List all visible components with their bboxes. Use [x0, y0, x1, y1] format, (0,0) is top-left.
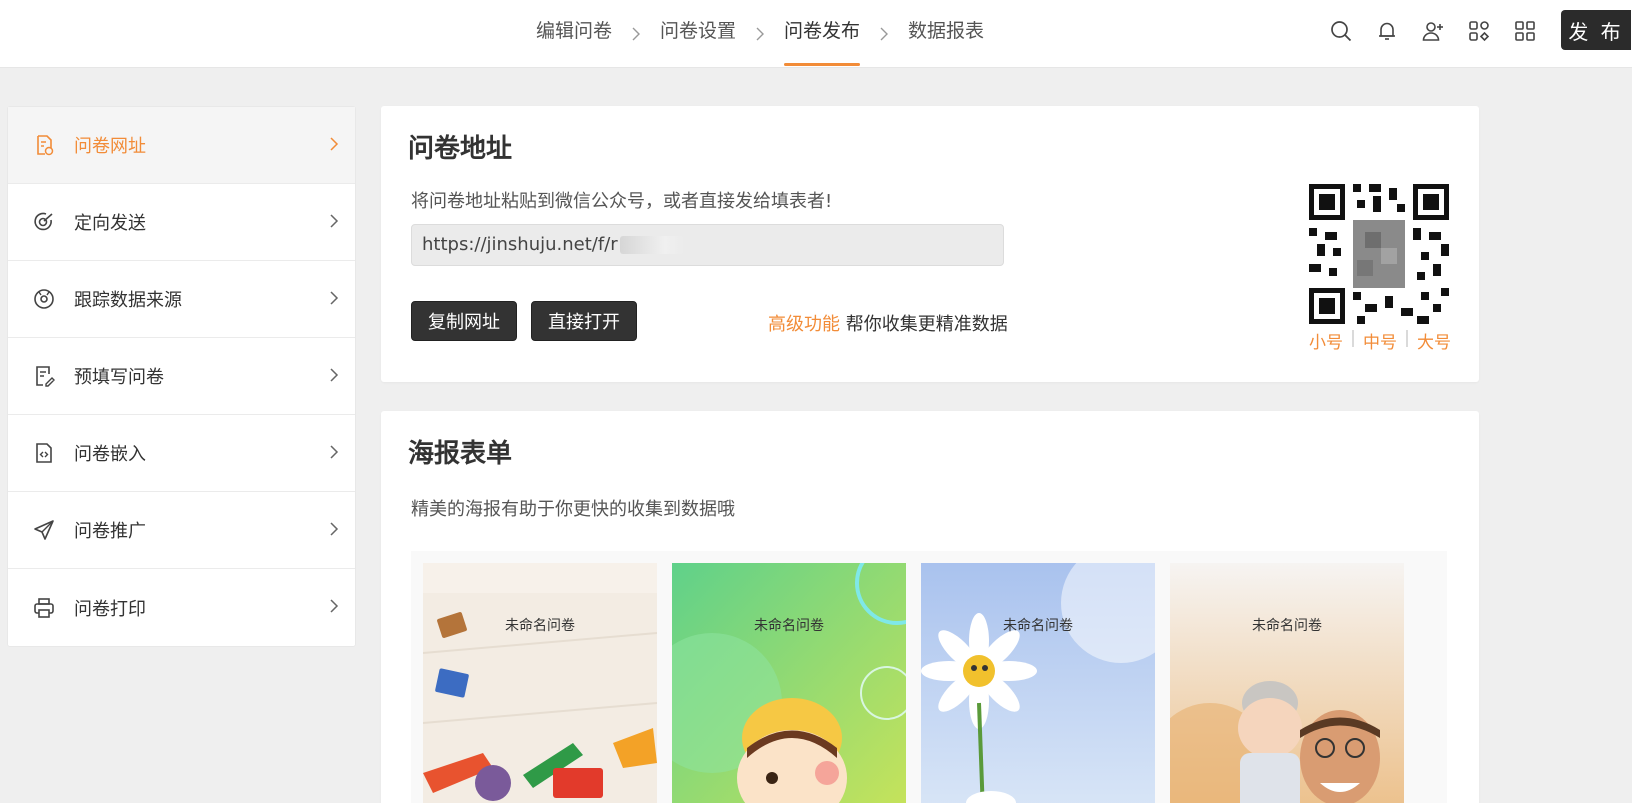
poster-title: 未命名问卷: [754, 618, 824, 634]
poster-title: 未命名问卷: [1003, 618, 1073, 634]
card-title: 问卷地址: [408, 134, 513, 164]
sidebar-item-track-source[interactable]: 跟踪数据来源: [8, 261, 355, 338]
sidebar-item-label: 问卷嵌入: [74, 444, 146, 465]
add-user-icon[interactable]: [1410, 14, 1456, 48]
apps-icon[interactable]: [1456, 14, 1502, 48]
advanced-features-link[interactable]: 高级功能: [768, 314, 840, 335]
survey-url-card: 问卷地址 将问卷地址粘贴到微信公众号，或者直接发给填表者! https://ji…: [381, 106, 1479, 382]
redacted-url-part: [619, 236, 684, 254]
sidebar-item-survey-url[interactable]: 问卷网址: [8, 107, 355, 184]
top-navigation-bar: 编辑问卷 问卷设置 问卷发布 数据报表 发 布: [0, 0, 1632, 68]
top-toolbar: [1318, 14, 1548, 48]
chevron-right-icon: [330, 137, 339, 151]
chevron-right-icon: [736, 0, 784, 68]
poster-template-green-kid[interactable]: 未命名问卷: [672, 563, 906, 803]
sidebar-item-label: 问卷打印: [74, 598, 146, 620]
poster-image: [423, 563, 657, 803]
link-doc-icon: [32, 133, 56, 157]
sidebar-item-embed[interactable]: 问卷嵌入: [8, 415, 355, 492]
step-settings[interactable]: 问卷设置: [660, 0, 736, 68]
poster-template-daisy[interactable]: 未命名问卷: [921, 563, 1155, 803]
sidebar-item-label: 问卷网址: [74, 136, 146, 157]
sidebar-item-label: 问卷推广: [74, 521, 146, 542]
chevron-right-icon: [330, 214, 339, 228]
url-description: 将问卷地址粘贴到微信公众号，或者直接发给填表者!: [411, 191, 833, 212]
sidebar-item-prefill[interactable]: 预填写问卷: [8, 338, 355, 415]
divider: |: [1350, 328, 1356, 348]
qr-size-large[interactable]: 大号: [1417, 328, 1451, 353]
sidebar-item-label: 跟踪数据来源: [74, 290, 182, 311]
publish-button[interactable]: 发 布: [1561, 10, 1631, 50]
poster-description: 精美的海报有助于你更快的收集到数据哦: [411, 499, 735, 520]
survey-url-field[interactable]: https://jinshuju.net/f/r: [411, 224, 1004, 266]
chevron-right-icon: [860, 0, 908, 68]
target-icon: [32, 210, 56, 234]
publish-sidebar: 问卷网址 定向发送 跟踪数据来源 预填写问卷 问卷嵌入 问卷推广 问卷打印: [7, 106, 356, 647]
source-icon: [32, 287, 56, 311]
qrcode-grid-icon[interactable]: [1502, 14, 1548, 48]
step-publish[interactable]: 问卷发布: [784, 0, 861, 68]
poster-gallery: 未命名问卷 未命名问卷 未命名问卷 未命名问卷: [411, 551, 1447, 803]
qr-code[interactable]: [1309, 184, 1449, 324]
advanced-features-text: 高级功能 帮你收集更精准数据: [768, 310, 1008, 336]
chevron-right-icon: [330, 522, 339, 536]
url-text: https://jinshuju.net/f/r: [422, 234, 618, 255]
printer-icon: [32, 596, 56, 620]
qr-size-medium[interactable]: 中号: [1363, 328, 1397, 353]
chevron-right-icon: [330, 599, 339, 613]
step-edit[interactable]: 编辑问卷: [536, 0, 612, 68]
poster-image: [672, 563, 906, 803]
chevron-right-icon: [330, 368, 339, 382]
embed-code-icon: [32, 441, 56, 465]
poster-form-card: 海报表单 精美的海报有助于你更快的收集到数据哦 未命名问卷 未命名问卷 未命名问…: [381, 411, 1479, 803]
sidebar-item-label: 预填写问卷: [74, 367, 164, 388]
qr-size-small[interactable]: 小号: [1309, 328, 1343, 353]
card-title: 海报表单: [408, 439, 513, 469]
qr-size-options: 小号 | 中号 | 大号: [1309, 328, 1451, 353]
sidebar-item-label: 定向发送: [74, 213, 146, 234]
step-reports[interactable]: 数据报表: [908, 0, 984, 68]
workflow-steps: 编辑问卷 问卷设置 问卷发布 数据报表: [536, 0, 984, 68]
poster-image: [921, 563, 1155, 803]
search-icon[interactable]: [1318, 14, 1364, 48]
copy-url-button[interactable]: 复制网址: [411, 301, 517, 341]
prefill-icon: [32, 364, 56, 388]
poster-image: [1170, 563, 1404, 803]
poster-template-toys[interactable]: 未命名问卷: [423, 563, 657, 803]
bell-icon[interactable]: [1364, 14, 1410, 48]
sidebar-item-promote[interactable]: 问卷推广: [8, 492, 355, 569]
divider: |: [1404, 328, 1410, 348]
chevron-right-icon: [612, 0, 660, 68]
poster-title: 未命名问卷: [1252, 618, 1322, 634]
poster-template-father-baby[interactable]: 未命名问卷: [1170, 563, 1404, 803]
sidebar-item-print[interactable]: 问卷打印: [8, 569, 355, 646]
advanced-features-caption: 帮你收集更精准数据: [840, 314, 1008, 335]
poster-title: 未命名问卷: [505, 618, 575, 634]
sidebar-item-targeted-send[interactable]: 定向发送: [8, 184, 355, 261]
open-url-button[interactable]: 直接打开: [531, 301, 637, 341]
chevron-right-icon: [330, 291, 339, 305]
send-plane-icon: [32, 518, 56, 542]
chevron-right-icon: [330, 445, 339, 459]
